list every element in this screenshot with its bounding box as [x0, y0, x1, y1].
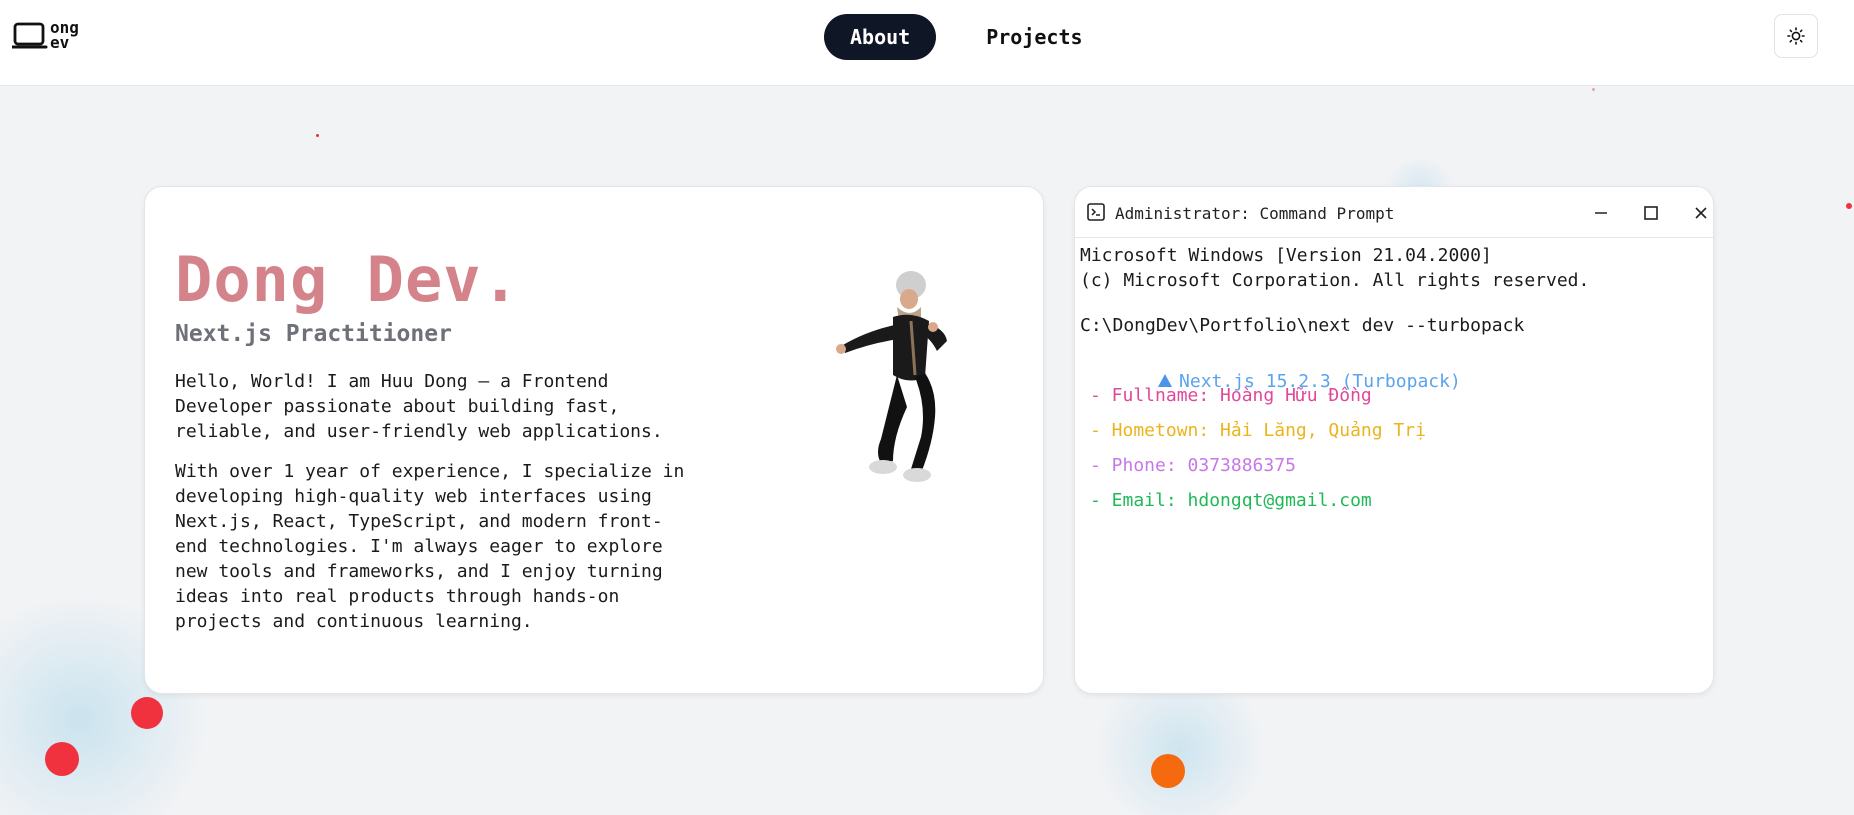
- terminal-icon: [1087, 203, 1105, 221]
- decorative-dot: [1151, 754, 1185, 788]
- decorative-dot: [131, 697, 163, 729]
- minimize-button[interactable]: [1586, 199, 1616, 227]
- logo[interactable]: ong ev: [12, 20, 92, 56]
- avatar-figure: [836, 271, 947, 482]
- terminal-line-email: - Email: hdongqt@gmail.com: [1090, 490, 1372, 511]
- intro-paragraph: Hello, World! I am Huu Dong — a Frontend…: [175, 371, 663, 442]
- terminal-line-hometown: - Hometown: Hải Lăng, Quảng Trị: [1090, 420, 1426, 441]
- maximize-icon: [1644, 206, 1658, 220]
- terminal-line-version: Microsoft Windows [Version 21.04.2000]: [1080, 245, 1492, 266]
- minimize-icon: [1595, 212, 1607, 214]
- main-nav: About Projects: [824, 14, 1109, 60]
- decorative-dot: [45, 742, 79, 776]
- terminal-line-copyright: (c) Microsoft Corporation. All rights re…: [1080, 270, 1590, 291]
- nav-about-button[interactable]: About: [824, 14, 937, 60]
- decorative-dot: [316, 134, 319, 137]
- experience-paragraph: With over 1 year of experience, I specia…: [175, 461, 685, 632]
- terminal-window: Administrator: Command Prompt Microsoft …: [1074, 186, 1714, 694]
- page-title: Dong Dev.: [175, 243, 520, 316]
- intro-card: Dong Dev. Next.js Practitioner Hello, Wo…: [144, 186, 1044, 694]
- terminal-title: Administrator: Command Prompt: [1115, 204, 1395, 223]
- role-subtitle: Next.js Practitioner: [175, 321, 452, 347]
- background-glow: [1080, 680, 1280, 815]
- decorative-dot: [1592, 88, 1595, 91]
- terminal-line-phone: - Phone: 0373886375: [1090, 455, 1296, 476]
- terminal-titlebar: Administrator: Command Prompt: [1075, 187, 1713, 238]
- theme-toggle-button[interactable]: [1774, 14, 1818, 58]
- decorative-dot: [1846, 203, 1852, 209]
- laptop-icon: [12, 22, 48, 49]
- logo-text: ong ev: [50, 18, 79, 52]
- close-button[interactable]: [1686, 199, 1713, 227]
- close-icon: [1695, 207, 1707, 219]
- maximize-button[interactable]: [1636, 199, 1666, 227]
- sun-icon: [1787, 27, 1805, 45]
- terminal-line-fullname: - Fullname: Hoàng Hữu Đồng: [1090, 385, 1372, 406]
- terminal-line-command: C:\DongDev\Portfolio\next dev --turbopac…: [1080, 315, 1525, 336]
- top-navbar: ong ev About Projects: [0, 0, 1854, 86]
- nav-projects-button[interactable]: Projects: [960, 14, 1108, 60]
